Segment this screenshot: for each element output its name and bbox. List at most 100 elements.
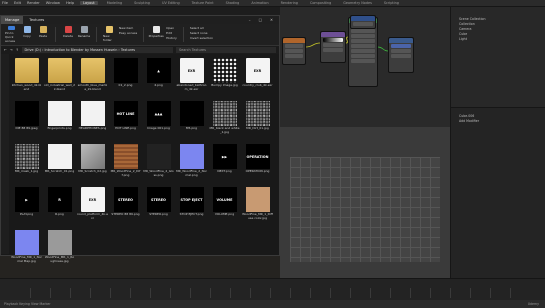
3d-viewport[interactable] <box>280 127 450 278</box>
node-links <box>305 36 389 52</box>
file-item[interactable]: WoodFine_MR_1_Diffuse color.jpg <box>242 187 273 227</box>
rename-button[interactable]: Rename <box>78 26 90 43</box>
file-item[interactable]: EXR abandoned_bathroom_4k.exr <box>176 58 207 98</box>
workspace-tab-scripting[interactable]: Scripting <box>381 1 402 5</box>
workspace-tab-animation[interactable]: Animation <box>248 1 271 5</box>
file-explorer-window[interactable]: Manage Textures – □ ✕ Pin to Quick acces… <box>0 15 280 262</box>
folder-icon <box>47 58 72 83</box>
file-item[interactable]: DIE 88 89.jpeg <box>11 101 42 141</box>
copy-button[interactable]: Copy <box>21 26 33 43</box>
file-item[interactable]: ▶ PLAY.png <box>11 187 42 227</box>
timeline[interactable] <box>0 278 545 300</box>
file-item[interactable]: old_industrial_wall_2k.blend <box>44 58 75 98</box>
file-name: VOLUME.png <box>214 213 235 216</box>
image-thumbnail: VOLUME <box>212 187 237 212</box>
file-item[interactable]: MR_WoodFine_2_Normal.png <box>176 144 207 184</box>
search-input[interactable]: Search Textures <box>176 47 276 53</box>
menu-window[interactable]: Window <box>46 1 60 5</box>
navigation-pane[interactable] <box>1 54 9 254</box>
shader-node-editor[interactable] <box>280 7 450 127</box>
image-thumbnail <box>14 230 39 255</box>
menu-render[interactable]: Render <box>27 1 40 5</box>
workspace-tab-rendering[interactable]: Rendering <box>278 1 301 5</box>
file-item[interactable]: MR_WoodFine_2_Gloss.png <box>143 144 174 184</box>
history-button[interactable]: History <box>166 36 177 41</box>
address-bar-row: ← → ↑ Drive (D:) › Introduction to Blend… <box>1 46 279 54</box>
file-item[interactable]: R R.png <box>44 187 75 227</box>
file-item[interactable]: HOT LINE HOT LINE.png <box>110 101 141 141</box>
file-name: HOT LINE.png <box>115 127 136 130</box>
delete-button[interactable]: Delete <box>62 26 74 43</box>
file-item[interactable]: MR_WoodFine_2_Diff.png <box>110 144 141 184</box>
viewport-grid <box>290 157 440 262</box>
file-item[interactable]: MR_Scratch_01.png <box>44 144 75 184</box>
workspace-tab-sculpting[interactable]: Sculpting <box>131 1 153 5</box>
maximize-icon[interactable]: □ <box>259 18 262 22</box>
easy-access-button[interactable]: Easy access <box>119 31 137 36</box>
file-item[interactable]: smooth_blue_marble_2k.blend <box>77 58 108 98</box>
file-item[interactable]: STOP EJECT STOP EJECT.png <box>176 187 207 227</box>
menu-help[interactable]: Help <box>66 1 74 5</box>
file-item[interactable]: ▲▲▲ Image 001.png <box>143 101 174 141</box>
file-item[interactable]: ▶▶ NEXT.png <box>209 144 240 184</box>
file-item[interactable]: MR_mask_1.jpg <box>11 144 42 184</box>
file-item[interactable]: EXR country_club_4k.exr <box>242 58 273 98</box>
new-folder-button[interactable]: New folder <box>103 26 115 43</box>
workspace-tab-uv-editing[interactable]: UV Editing <box>159 1 183 5</box>
outliner-item-light[interactable]: Light <box>451 37 545 42</box>
file-item[interactable]: M5.png <box>176 101 207 141</box>
file-item[interactable]: MR_Scratch_02.jpg <box>77 144 108 184</box>
image-thumbnail <box>146 144 171 169</box>
file-item[interactable]: kitchen_wood_4k.blend <box>11 58 42 98</box>
file-name: 4.png <box>154 84 163 87</box>
up-arrow-icon[interactable]: ↑ <box>16 48 19 52</box>
status-bar: Playback Keying View Marker Udemy <box>0 300 545 308</box>
file-item[interactable]: STEREO STEREO.png <box>143 187 174 227</box>
file-item[interactable]: 01_2.png <box>110 58 141 98</box>
file-item[interactable]: MR_Dirt_01.jpg <box>242 101 273 141</box>
workspace-tab-geometry-nodes[interactable]: Geometry Nodes <box>340 1 375 5</box>
explorer-titlebar[interactable]: Manage Textures – □ ✕ <box>1 16 279 24</box>
workspace-tab-compositing[interactable]: Compositing <box>307 1 334 5</box>
properties-button[interactable]: Properties <box>149 26 164 43</box>
workspace-tab-texture-paint[interactable]: Texture Paint <box>189 1 217 5</box>
outliner-panel: Scene Collection Collection Camera Cube … <box>450 7 545 107</box>
file-item[interactable]: WoodFine_MR_1_Roughness.jpg <box>44 230 75 270</box>
window-title: Textures <box>29 18 45 22</box>
menu-file[interactable]: File <box>2 1 8 5</box>
ribbon-separator <box>143 27 145 42</box>
minimize-icon[interactable]: – <box>249 18 251 22</box>
file-item[interactable]: fingerprints.png <box>44 101 75 141</box>
back-arrow-icon[interactable]: ← <box>4 48 7 52</box>
menu-edit[interactable]: Edit <box>14 1 21 5</box>
paste-button[interactable]: Paste <box>37 26 49 43</box>
pin-quick-access-button[interactable]: Pin to Quick access <box>5 26 17 43</box>
workspace-tab-shading[interactable]: Shading <box>223 1 243 5</box>
file-name: HEADPHONES.png <box>78 127 107 130</box>
workspace-tab-layout[interactable]: Layout <box>80 1 98 5</box>
workspace-tab-modeling[interactable]: Modeling <box>104 1 125 5</box>
file-item[interactable]: ▲ 4.png <box>143 58 174 98</box>
tab-manage[interactable]: Manage <box>1 16 24 24</box>
file-item[interactable]: HEADPHONES.png <box>77 101 108 141</box>
file-item[interactable]: WoodFine_MR_1_Normal Map.jpg <box>11 230 42 270</box>
invert-selection-button[interactable]: Invert selection <box>190 36 213 41</box>
ribbon-separator <box>96 27 97 42</box>
address-path[interactable]: Drive (D:) › Introduction to Blender by … <box>21 47 173 53</box>
file-name: Bumpy Image.jpg <box>211 84 238 87</box>
close-icon[interactable]: ✕ <box>270 18 273 22</box>
file-item[interactable]: MR_black and white_1.jpg <box>209 101 240 141</box>
file-item[interactable]: STEREO STEREO 88 89.png <box>110 187 141 227</box>
add-modifier-button[interactable]: Add Modifier <box>451 119 545 124</box>
file-item[interactable]: OPERATION OPERATION.png <box>242 144 273 184</box>
file-name: WoodFine_MR_1_Normal Map.jpg <box>11 256 42 263</box>
file-item[interactable]: EXR round_platform_4k.exr <box>77 187 108 227</box>
image-thumbnail: STOP EJECT <box>179 187 204 212</box>
file-item[interactable]: Bumpy Image.jpg <box>209 58 240 98</box>
image-thumbnail <box>14 101 39 126</box>
blender-topbar: File Edit Render Window Help Layout Mode… <box>0 0 545 7</box>
forward-arrow-icon[interactable]: → <box>10 48 13 52</box>
file-name: M5.png <box>185 127 198 130</box>
file-name: PLAY.png <box>19 213 34 216</box>
file-item[interactable]: VOLUME VOLUME.png <box>209 187 240 227</box>
